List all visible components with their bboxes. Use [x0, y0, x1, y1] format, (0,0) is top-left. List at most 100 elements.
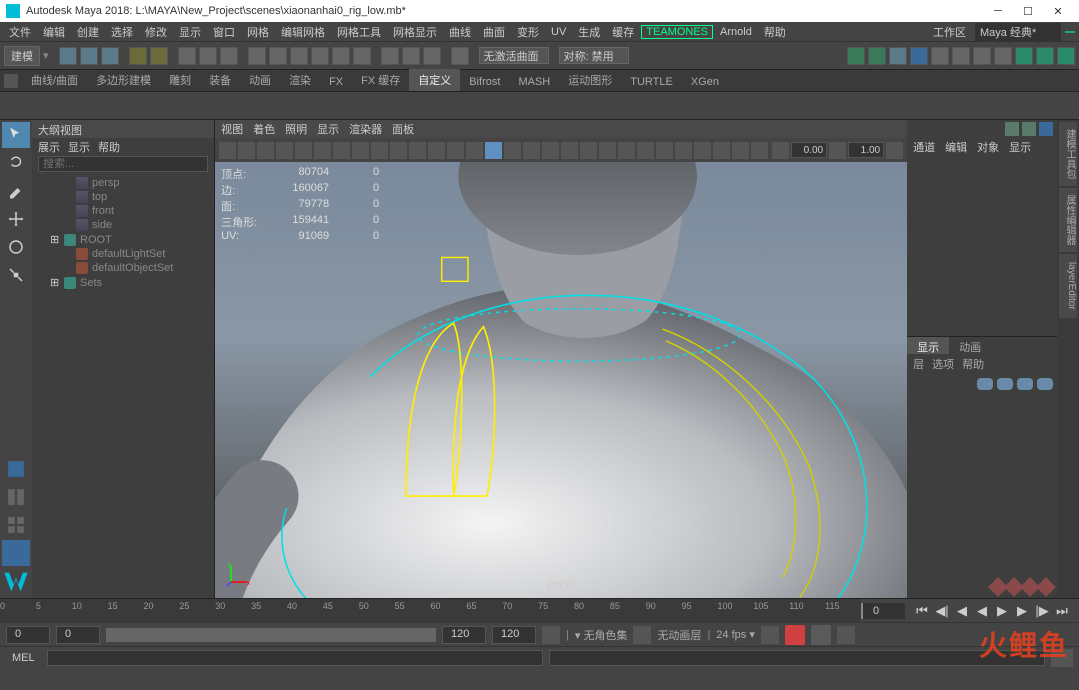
vp-field-chart-icon[interactable] — [390, 142, 407, 159]
shelf-tab-curves[interactable]: 曲线/曲面 — [22, 69, 87, 91]
step-forward-button[interactable]: ▶ — [1013, 602, 1031, 620]
fps-field[interactable]: 24 fps ▾ — [716, 628, 755, 641]
shelf-tab-sculpt[interactable]: 雕刻 — [160, 69, 200, 91]
panel-layout-4-icon[interactable] — [994, 47, 1012, 65]
menu-surfaces[interactable]: 曲面 — [478, 23, 510, 41]
vp-gamma-icon[interactable] — [713, 142, 730, 159]
tab-display-layers[interactable]: 显示 — [907, 337, 949, 354]
toggle-channelbox-icon[interactable] — [1015, 47, 1033, 65]
outliner-menu-show[interactable]: 显示 — [68, 139, 90, 153]
character-set-label[interactable]: ▾ 无角色集 — [575, 627, 628, 643]
vp-safe-title-icon[interactable] — [428, 142, 445, 159]
outliner-node[interactable]: defaultObjectSet — [36, 261, 210, 275]
shelf-tab-xgen[interactable]: XGen — [682, 73, 728, 91]
vp-menu-renderer[interactable]: 渲染器 — [349, 121, 382, 137]
move-tool[interactable] — [2, 206, 30, 232]
command-language-label[interactable]: MEL — [6, 651, 41, 665]
select-tool[interactable] — [2, 122, 30, 148]
workspace-icon[interactable] — [1065, 31, 1075, 33]
vp-gamma-field[interactable] — [848, 142, 884, 158]
time-slider-ruler[interactable]: 0510152025303540455055606570758085909510… — [0, 599, 861, 623]
menu-cache[interactable]: 缓存 — [607, 23, 639, 41]
menu-meshdisplay[interactable]: 网格显示 — [388, 23, 442, 41]
menu-edit[interactable]: 编辑 — [38, 23, 70, 41]
loop-icon[interactable] — [761, 626, 779, 644]
anim-end-field[interactable]: 120 — [492, 626, 536, 644]
menu-uv[interactable]: UV — [546, 25, 571, 39]
outliner-menu-help[interactable]: 帮助 — [98, 139, 120, 153]
anim-start-field[interactable]: 0 — [6, 626, 50, 644]
vp-color-mgmt-icon[interactable] — [772, 142, 789, 159]
vp-menu-panels[interactable]: 面板 — [392, 121, 414, 137]
snap-live-icon[interactable] — [332, 47, 350, 65]
layout-preset-3[interactable] — [2, 512, 30, 538]
menu-mesh[interactable]: 网格 — [242, 23, 274, 41]
rtab-tool-settings[interactable]: layerEditor — [1059, 254, 1077, 318]
vp-wire-on-shaded-icon[interactable] — [504, 142, 521, 159]
set-key-button[interactable] — [811, 625, 831, 645]
select-by-hierarchy-icon[interactable] — [178, 47, 196, 65]
layer-vis-icon-1[interactable] — [977, 378, 993, 390]
shelf-tab-fxcache[interactable]: FX 缓存 — [352, 69, 409, 91]
outliner-node[interactable]: top — [36, 190, 210, 204]
ipr-icon[interactable] — [868, 47, 886, 65]
go-to-end-button[interactable]: ⏭ — [1053, 602, 1071, 620]
panel-layout-3-icon[interactable] — [973, 47, 991, 65]
vp-view-transform-icon[interactable] — [732, 142, 749, 159]
character-set-icon[interactable] — [633, 626, 651, 644]
vp-wireframe-icon[interactable] — [447, 142, 464, 159]
menu-file[interactable]: 文件 — [4, 23, 36, 41]
symmetry-field[interactable]: 对称: 禁用 — [559, 47, 629, 64]
shelf-tab-fx[interactable]: FX — [320, 73, 352, 91]
snap-curve-icon[interactable] — [269, 47, 287, 65]
menu-deform[interactable]: 变形 — [512, 23, 544, 41]
lasso-tool[interactable] — [2, 150, 30, 176]
menu-select[interactable]: 选择 — [106, 23, 138, 41]
layout-preset-1[interactable] — [2, 456, 30, 482]
playback-start-field[interactable]: 0 — [56, 626, 100, 644]
vp-menu-show[interactable]: 显示 — [317, 121, 339, 137]
menu-curves[interactable]: 曲线 — [444, 23, 476, 41]
vp-gate-mask-icon[interactable] — [371, 142, 388, 159]
vp-gamma-field-icon[interactable] — [829, 142, 846, 159]
toggle-cb-icon-3[interactable] — [1039, 122, 1053, 136]
paint-select-tool[interactable] — [2, 178, 30, 204]
menu-editmesh[interactable]: 编辑网格 — [276, 23, 330, 41]
step-back-button[interactable]: ◀ — [953, 602, 971, 620]
outliner-node[interactable]: front — [36, 204, 210, 218]
vp-smooth-shade-icon[interactable] — [466, 142, 483, 159]
menu-display[interactable]: 显示 — [174, 23, 206, 41]
le-menu-options[interactable]: 选项 — [932, 356, 954, 372]
vp-menu-lighting[interactable]: 照明 — [285, 121, 307, 137]
last-tool[interactable] — [2, 290, 30, 316]
current-time-field[interactable]: 0 — [861, 603, 905, 619]
play-backward-button[interactable]: ◀ — [973, 602, 991, 620]
redo-icon[interactable] — [150, 47, 168, 65]
layer-vis-icon-2[interactable] — [997, 378, 1013, 390]
vp-aa-icon[interactable] — [618, 142, 635, 159]
close-button[interactable]: ✕ — [1043, 1, 1073, 21]
range-reset-icon[interactable] — [542, 626, 560, 644]
layer-vis-icon-4[interactable] — [1037, 378, 1053, 390]
anim-layer-label[interactable]: 无动画层 — [657, 627, 701, 643]
panel-layout-2-icon[interactable] — [952, 47, 970, 65]
outliner-node[interactable]: ⊞ROOT — [36, 232, 210, 247]
range-slider-bar[interactable] — [106, 628, 436, 642]
vp-2d-pan-icon[interactable] — [295, 142, 312, 159]
make-live-icon[interactable] — [381, 47, 399, 65]
tab-anim-layers[interactable]: 动画 — [949, 337, 991, 354]
vp-bookmark-icon[interactable] — [257, 142, 274, 159]
snap-grid-icon[interactable] — [248, 47, 266, 65]
shelf-tab-mograph[interactable]: 运动图形 — [559, 69, 621, 91]
render-view-icon[interactable] — [889, 47, 907, 65]
cb-menu-channels[interactable]: 通道 — [913, 139, 935, 153]
menu-generate[interactable]: 生成 — [573, 23, 605, 41]
cb-menu-edit[interactable]: 编辑 — [945, 139, 967, 153]
snap-center-icon[interactable] — [353, 47, 371, 65]
rtab-attribute-editor[interactable]: 属性编辑器 — [1059, 188, 1077, 252]
cb-menu-show[interactable]: 显示 — [1009, 139, 1031, 153]
highlight-icon[interactable] — [423, 47, 441, 65]
select-by-component-icon[interactable] — [220, 47, 238, 65]
isolate-icon[interactable] — [402, 47, 420, 65]
toggle-cb-icon-2[interactable] — [1022, 122, 1036, 136]
